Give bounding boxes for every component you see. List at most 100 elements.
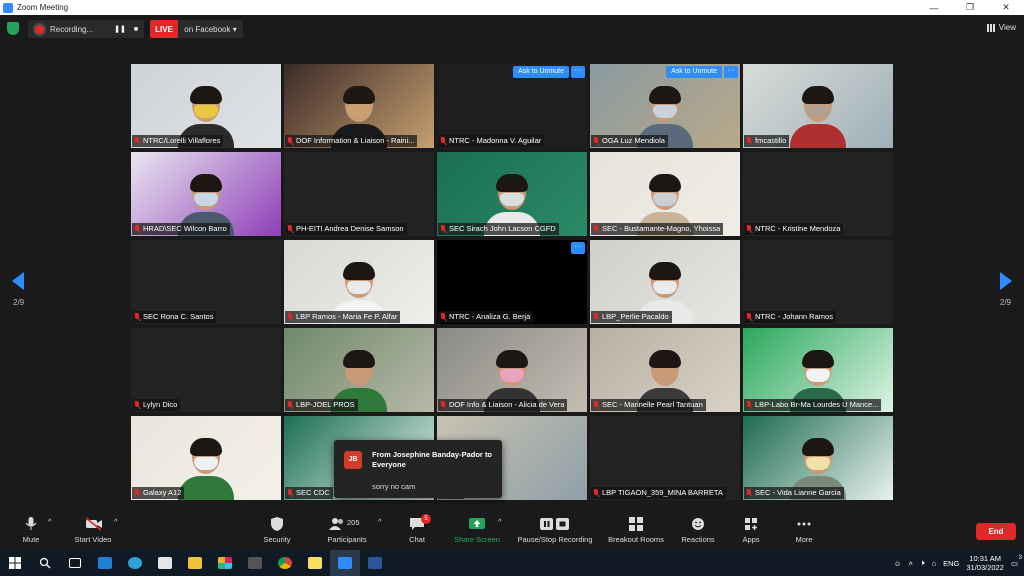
grid-view-icon	[986, 23, 996, 32]
participant-name: SEC - Marinelle Pearl Tantuan	[602, 400, 703, 409]
ask-to-unmute-button[interactable]: Ask to Unmute	[513, 66, 569, 78]
participants-options-caret[interactable]: ^	[378, 517, 382, 549]
store-icon[interactable]	[150, 550, 180, 576]
participant-name-tag: LBP Ramos - Maria Fe P. Alfar	[285, 311, 401, 323]
windows-start-icon[interactable]	[0, 550, 30, 576]
participant-name-tag: HRAD\SEC Wilcon Barro	[132, 223, 230, 235]
muted-mic-icon	[746, 137, 752, 145]
language-indicator[interactable]: ENG	[943, 559, 959, 568]
start-video-button[interactable]: Start Video	[70, 517, 116, 549]
participant-video-tile[interactable]: Ask to Unmute ··· NTRC - Madonna V. Aguila…	[437, 64, 587, 148]
participant-video-tile[interactable]: SEC - Marinelle Pearl Tantuan	[590, 328, 740, 412]
maximize-button[interactable]: ❐	[952, 2, 988, 13]
window-title: Zoom Meeting	[17, 3, 69, 12]
participant-video-tile[interactable]: NTRC - Kristine Mendoza	[743, 152, 893, 236]
participant-video-tile[interactable]: ··· NTRC - Analiza G. Berja	[437, 240, 587, 324]
calculator-icon[interactable]	[240, 550, 270, 576]
participant-video-tile[interactable]: SEC - Bustamante-Magno, Yhoissa	[590, 152, 740, 236]
mute-button[interactable]: Mute	[18, 517, 44, 549]
tray-chevron-icon[interactable]: ˄	[908, 559, 912, 568]
more-label: More	[795, 535, 813, 544]
participant-name-tag: LBP-Labo Br-Ma Lourdes U Mance...	[744, 399, 882, 411]
participant-video-tile[interactable]: NTRC/Lorelli Villaflores	[131, 64, 281, 148]
page-indicator-right: 2/9	[999, 298, 1011, 307]
stop-recording-button[interactable]: ■	[128, 26, 144, 33]
view-button[interactable]: View	[986, 23, 1016, 32]
notifications-count: 3	[1018, 554, 1022, 561]
sticky-notes-icon[interactable]	[300, 550, 330, 576]
chat-button[interactable]: 5 Chat	[404, 514, 431, 549]
volume-icon[interactable]: 🕨	[920, 558, 925, 568]
participant-video-tile[interactable]: LBP-Labo Br-Ma Lourdes U Mance...	[743, 328, 893, 412]
participant-video-tile[interactable]: Lylyn Dico	[131, 328, 281, 412]
participant-video-tile[interactable]: LBP Ramos - Maria Fe P. Alfar	[284, 240, 434, 324]
participant-name-tag: NTRC - Analiza G. Berja	[438, 311, 534, 323]
meeting-topbar: Recording... ❚❚ ■ LIVE on Facebook ▾ Vie…	[0, 15, 1024, 43]
pause-recording-button[interactable]: ❚❚	[112, 25, 128, 33]
participant-name-tag: DOF Information & Liaison - Raini...	[285, 135, 418, 147]
notifications-icon[interactable]: ▭ 3	[1011, 555, 1022, 568]
task-view-icon[interactable]	[60, 550, 90, 576]
share-screen-button[interactable]: Share Screen	[450, 517, 504, 549]
tile-more-options-button[interactable]: ···	[571, 66, 585, 78]
window-titlebar: Zoom Meeting — ❐ ✕	[0, 0, 1024, 15]
reactions-button[interactable]: Reactions	[680, 517, 716, 549]
participant-name-tag: SEC - Marinelle Pearl Tantuan	[591, 399, 706, 411]
apps-button[interactable]: Apps	[738, 517, 764, 549]
more-button[interactable]: More	[790, 517, 818, 549]
participant-video-tile[interactable]: LBP TIGAON_359_MINA BARRETA	[590, 416, 740, 500]
participant-name: OGA Luz Mendiola	[602, 136, 665, 145]
muted-mic-icon	[134, 401, 140, 409]
participant-name: SEC Sirach John Lacson CGFD	[449, 224, 556, 233]
file-explorer-icon[interactable]	[180, 550, 210, 576]
participant-video-tile[interactable]: HRAD\SEC Wilcon Barro	[131, 152, 281, 236]
breakout-rooms-button[interactable]: Breakout Rooms	[604, 517, 668, 549]
tile-more-options-button[interactable]: ···	[724, 66, 738, 78]
muted-mic-icon	[440, 225, 446, 233]
participants-button[interactable]: 205 Participants	[324, 517, 370, 549]
tile-more-options-button[interactable]: ···	[571, 242, 585, 254]
ask-to-unmute-button[interactable]: Ask to Unmute	[666, 66, 722, 78]
zoom-taskbar-icon[interactable]	[330, 550, 360, 576]
muted-mic-icon	[593, 401, 599, 409]
live-destination-dropdown[interactable]: on Facebook ▾	[178, 20, 243, 38]
video-options-caret[interactable]: ^	[114, 517, 118, 549]
pause-stop-recording-button[interactable]: Pause/Stop Recording	[514, 517, 596, 549]
audio-options-caret[interactable]: ^	[48, 517, 52, 549]
live-badge[interactable]: LIVE	[150, 20, 178, 38]
participant-video-tile[interactable]: fmcastillo	[743, 64, 893, 148]
chrome-icon[interactable]	[270, 550, 300, 576]
mail-icon[interactable]	[90, 550, 120, 576]
previous-page-arrow-icon[interactable]	[12, 272, 24, 290]
security-button[interactable]: Security	[260, 517, 294, 549]
participant-video-tile[interactable]: NTRC - Johann Ramos	[743, 240, 893, 324]
edge-icon[interactable]	[120, 550, 150, 576]
participant-video-tile[interactable]: LBP_Perlie Pacaldo	[590, 240, 740, 324]
share-options-caret[interactable]: ^	[498, 517, 502, 549]
participant-name: Galaxy A12	[143, 488, 182, 497]
apps-icon	[743, 517, 759, 531]
people-icon[interactable]: ☺	[894, 559, 902, 568]
muted-mic-icon	[593, 225, 599, 233]
participant-video-tile[interactable]: DOF Information & Liaison - Raini...	[284, 64, 434, 148]
minimize-button[interactable]: —	[916, 3, 952, 13]
word-icon[interactable]	[360, 550, 390, 576]
participant-video-tile[interactable]: LBP-JOEL PROS	[284, 328, 434, 412]
participant-video-tile[interactable]: PH-EITI Andrea Denise Samson	[284, 152, 434, 236]
next-page-arrow-icon[interactable]	[1000, 272, 1012, 290]
encryption-shield-icon[interactable]	[7, 22, 19, 35]
participant-video-tile[interactable]: DOF Info & Liaison - Alicia de Vera	[437, 328, 587, 412]
chat-notification-popup[interactable]: JB From Josephine Banday-Pador to Everyo…	[334, 440, 502, 498]
clock[interactable]: 10:31 AM 31/03/2022	[966, 554, 1004, 572]
participant-video-tile[interactable]: Galaxy A12	[131, 416, 281, 500]
search-icon[interactable]	[30, 550, 60, 576]
end-meeting-button[interactable]: End	[976, 523, 1016, 540]
slack-icon[interactable]	[210, 550, 240, 576]
participant-video-tile[interactable]: SEC - Vida Lianne Garcia	[743, 416, 893, 500]
network-icon[interactable]: ⌂	[932, 559, 937, 568]
participant-video-tile[interactable]: SEC Sirach John Lacson CGFD	[437, 152, 587, 236]
participant-video-tile[interactable]: SEC Rona C. Santos	[131, 240, 281, 324]
sender-avatar: JB	[344, 451, 362, 469]
close-button[interactable]: ✕	[988, 2, 1024, 13]
participant-video-tile[interactable]: Ask to Unmute ··· OGA Luz Mendiola	[590, 64, 740, 148]
